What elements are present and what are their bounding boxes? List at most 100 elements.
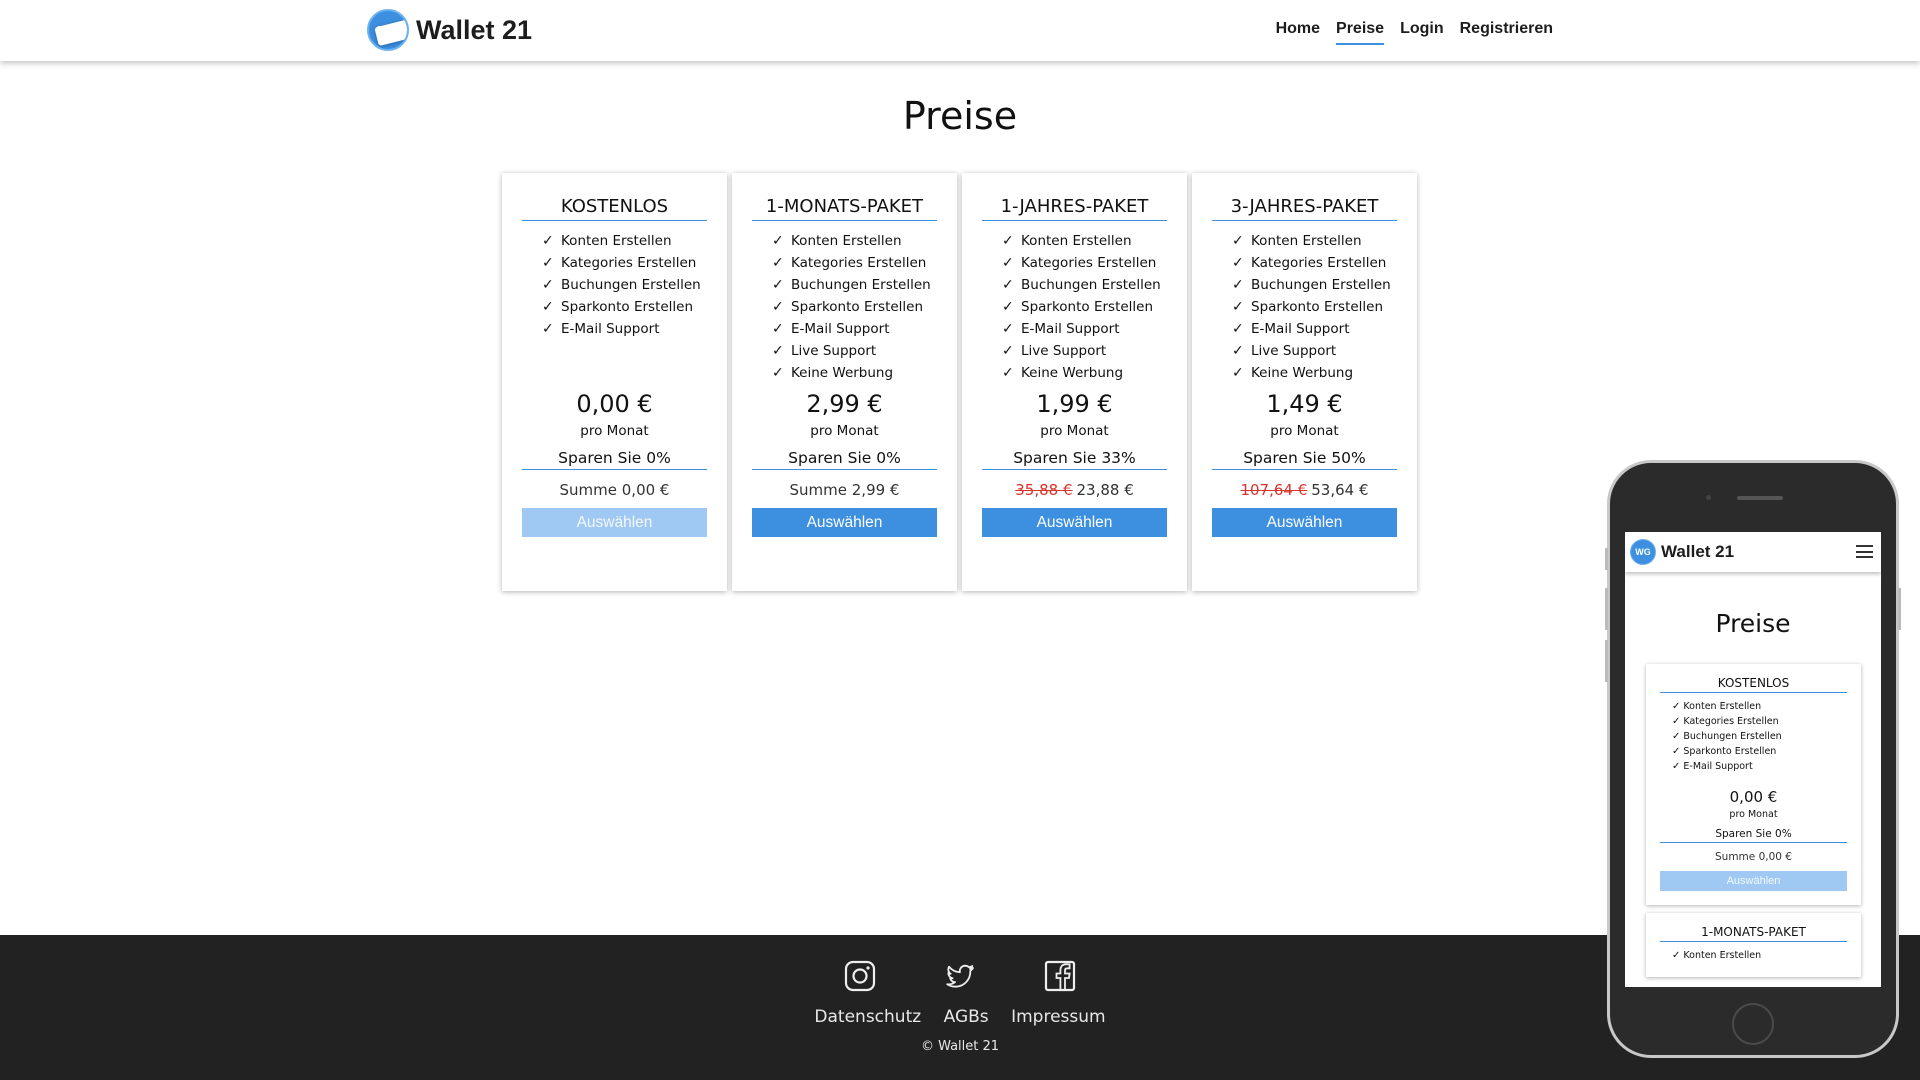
feature-item: ✓ Sparkonto Erstellen [1002, 296, 1167, 318]
checkmark-icon: ✓ [1002, 343, 1014, 359]
feature-list: ✓ Konten Erstellen ✓ Kategories Erstellen ✓ B… [982, 230, 1167, 390]
nav-link-registrieren[interactable]: Registrieren [1460, 20, 1553, 45]
checkmark-icon: ✓ [772, 233, 784, 249]
checkmark-icon: ✓ [542, 299, 554, 315]
plan-save: Sparen Sie 0% [522, 449, 707, 470]
feature-item: ✓ Live Support [772, 340, 937, 362]
feature-item: ✓ Buchungen Erstellen [1002, 274, 1167, 296]
select-plan-button[interactable]: Auswählen [522, 508, 707, 537]
twitter-icon[interactable] [944, 960, 976, 992]
feature-item: ✓ Keine Werbung [772, 362, 937, 384]
checkmark-icon: ✓ [772, 365, 784, 381]
pricing-cards: KOSTENLOS ✓ Konten Erstellen ✓ Kategories Er… [502, 173, 1417, 591]
plan-per: pro Monat [1040, 423, 1109, 439]
feature-item: ✓ Sparkonto Erstellen [1672, 746, 1777, 757]
mobile-select-button[interactable]: Auswählen [1660, 871, 1847, 891]
plan-sum: Summe 0,00 € [559, 481, 670, 499]
feature-item: ✓ Keine Werbung [1232, 362, 1397, 384]
nav-link-preise[interactable]: Preise [1336, 20, 1385, 45]
checkmark-icon: ✓ [1232, 299, 1244, 315]
nav-links: Home Preise Login Registrieren [1276, 20, 1553, 45]
mobile-plan-save: Sparen Sie 0% [1660, 828, 1847, 843]
mobile-plan-title: 1-MONATS-PAKET [1660, 925, 1847, 942]
plan-save: Sparen Sie 0% [752, 449, 937, 470]
plan-sum: 35,88 €23,88 € [1015, 481, 1134, 499]
feature-item: ✓ E-Mail Support [542, 318, 707, 340]
plan-sum: Summe 2,99 € [789, 481, 900, 499]
checkmark-icon: ✓ [542, 277, 554, 293]
mobile-plan-card: KOSTENLOS ✓ Konten Erstellen ✓ Kategories E… [1646, 664, 1861, 905]
checkmark-icon: ✓ [1002, 233, 1014, 249]
plan-card: KOSTENLOS ✓ Konten Erstellen ✓ Kategories Er… [502, 173, 727, 591]
plan-title: 1-MONATS-PAKET [752, 196, 937, 221]
checkmark-icon: ✓ [1672, 950, 1681, 961]
plan-save: Sparen Sie 50% [1212, 449, 1397, 470]
plan-price: 1,49 € [1266, 390, 1343, 418]
feature-item: ✓ Kategories Erstellen [772, 252, 937, 274]
feature-item: ✓ Buchungen Erstellen [772, 274, 937, 296]
mobile-feature-list: ✓ Konten Erstellen ✓ Kategories Erstellen ✓ B… [1660, 699, 1847, 774]
feature-item: ✓ Konten Erstellen [542, 230, 707, 252]
nav-link-login[interactable]: Login [1400, 20, 1444, 45]
feature-item: ✓ Live Support [1232, 340, 1397, 362]
footer-link-agbs[interactable]: AGBs [944, 1007, 989, 1027]
checkmark-icon: ✓ [1672, 731, 1681, 742]
plan-card: 1-JAHRES-PAKET ✓ Konten Erstellen ✓ Kategori… [962, 173, 1187, 591]
checkmark-icon: ✓ [772, 299, 784, 315]
checkmark-icon: ✓ [772, 321, 784, 337]
phone-mockup: WG Wallet 21 Preise KOSTENLOS ✓ Konten Er… [1605, 460, 1901, 1058]
checkmark-icon: ✓ [1002, 255, 1014, 271]
plan-card: 1-MONATS-PAKET ✓ Konten Erstellen ✓ Kategori… [732, 173, 957, 591]
feature-item: ✓ Kategories Erstellen [1232, 252, 1397, 274]
mobile-page-title: Preise [1715, 609, 1791, 638]
feature-item: ✓ Sparkonto Erstellen [542, 296, 707, 318]
feature-item: ✓ Sparkonto Erstellen [1232, 296, 1397, 318]
feature-item: ✓ Kategories Erstellen [542, 252, 707, 274]
plan-save: Sparen Sie 33% [982, 449, 1167, 470]
facebook-icon[interactable] [1044, 960, 1076, 992]
feature-item: ✓ E-Mail Support [1002, 318, 1167, 340]
feature-item: ✓ Keine Werbung [1002, 362, 1167, 384]
mobile-plan-per: pro Monat [1729, 809, 1778, 820]
checkmark-icon: ✓ [1672, 746, 1681, 757]
phone-screen: WG Wallet 21 Preise KOSTENLOS ✓ Konten Er… [1625, 532, 1881, 987]
hamburger-menu-icon[interactable] [1856, 545, 1873, 558]
footer-link-impressum[interactable]: Impressum [1011, 1007, 1106, 1027]
mobile-plan-card: 1-MONATS-PAKET ✓ Konten Erstellen [1646, 913, 1861, 977]
mobile-brand-name: Wallet 21 [1661, 542, 1735, 561]
feature-item: ✓ Konten Erstellen [1232, 230, 1397, 252]
select-plan-button[interactable]: Auswählen [752, 508, 937, 537]
feature-item: ✓ Konten Erstellen [1672, 950, 1762, 961]
checkmark-icon: ✓ [542, 233, 554, 249]
page-title: Preise [902, 94, 1018, 138]
checkmark-icon: ✓ [1232, 255, 1244, 271]
checkmark-icon: ✓ [1232, 343, 1244, 359]
brand-home-link[interactable]: WG Wallet 21 [367, 9, 532, 51]
plan-per: pro Monat [810, 423, 879, 439]
nav-link-home[interactable]: Home [1276, 20, 1320, 45]
instagram-icon[interactable] [844, 960, 876, 992]
feature-list: ✓ Konten Erstellen ✓ Kategories Erstellen ✓ B… [752, 230, 937, 390]
checkmark-icon: ✓ [772, 277, 784, 293]
feature-item: ✓ Konten Erstellen [772, 230, 937, 252]
select-plan-button[interactable]: Auswählen [982, 508, 1167, 537]
checkmark-icon: ✓ [1232, 321, 1244, 337]
mobile-navbar: WG Wallet 21 [1625, 532, 1881, 572]
select-plan-button[interactable]: Auswählen [1212, 508, 1397, 537]
feature-item: ✓ Buchungen Erstellen [1672, 731, 1782, 742]
feature-item: ✓ Konten Erstellen [1672, 701, 1762, 712]
phone-speaker [1737, 496, 1783, 500]
checkmark-icon: ✓ [1672, 716, 1681, 727]
navbar: WG Wallet 21 Home Preise Login Registrie… [0, 0, 1920, 61]
feature-item: ✓ E-Mail Support [1672, 761, 1753, 772]
checkmark-icon: ✓ [1672, 761, 1681, 772]
checkmark-icon: ✓ [1232, 277, 1244, 293]
checkmark-icon: ✓ [542, 255, 554, 271]
checkmark-icon: ✓ [1232, 365, 1244, 381]
footer-link-datenschutz[interactable]: Datenschutz [814, 1007, 921, 1027]
plan-price: 0,00 € [576, 390, 653, 418]
wallet-logo-icon: WG [1630, 539, 1656, 565]
plan-card: 3-JAHRES-PAKET ✓ Konten Erstellen ✓ Kategori… [1192, 173, 1417, 591]
phone-home-button [1732, 1003, 1774, 1045]
feature-item: ✓ Live Support [1002, 340, 1167, 362]
